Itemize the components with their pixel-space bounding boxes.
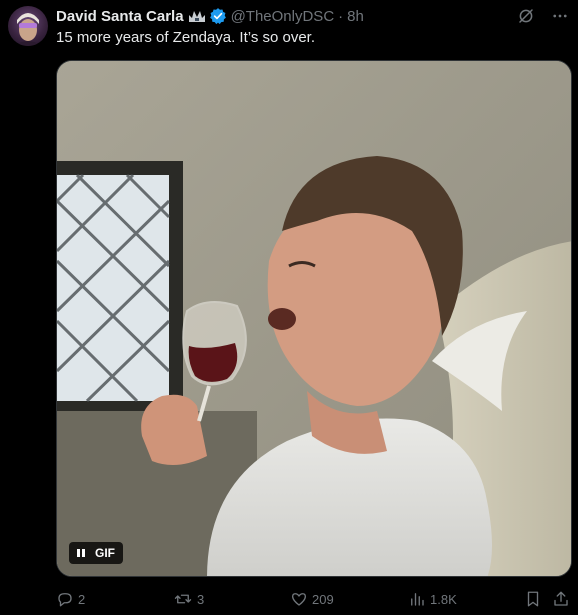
gif-badge[interactable]: GIF <box>69 542 123 564</box>
share-icon <box>554 591 568 606</box>
tweet-header: David Santa Carla @TheOnlyDSC · 8h <box>56 6 364 26</box>
views-icon <box>411 593 424 606</box>
timestamp[interactable]: 8h <box>347 8 364 25</box>
repost-button[interactable]: 3 <box>173 590 204 608</box>
tweet-media-gif[interactable]: GIF <box>56 60 572 577</box>
more-icon[interactable] <box>550 6 570 26</box>
display-name[interactable]: David Santa Carla <box>56 8 184 25</box>
views-count: 1.8K <box>430 591 457 607</box>
reply-button[interactable]: 2 <box>56 590 85 608</box>
views-button[interactable]: 1.8K <box>408 590 457 608</box>
separator-dot: · <box>338 7 344 25</box>
bookmark-button[interactable] <box>524 590 542 608</box>
tweet-actions: 2 3 209 1.8K <box>56 590 572 610</box>
reply-count: 2 <box>78 591 86 607</box>
pause-icon[interactable] <box>77 549 85 557</box>
grok-icon[interactable] <box>516 6 536 26</box>
verified-icon <box>209 7 227 25</box>
gif-label: GIF <box>95 546 115 560</box>
tweet[interactable]: David Santa Carla @TheOnlyDSC · 8h 15 mo… <box>0 0 578 615</box>
reply-icon <box>58 593 72 607</box>
affiliate-badge-icon <box>188 9 206 23</box>
tweet-top-actions <box>516 6 570 26</box>
like-icon <box>291 593 307 606</box>
gif-still-image <box>57 61 571 576</box>
avatar[interactable] <box>8 6 48 46</box>
like-button[interactable]: 209 <box>290 590 334 608</box>
repost-icon <box>174 594 192 604</box>
bookmark-icon <box>527 591 539 607</box>
handle[interactable]: @TheOnlyDSC <box>231 8 335 25</box>
tweet-text: 15 more years of Zendaya. It’s so over. <box>56 29 316 46</box>
repost-count: 3 <box>197 591 205 607</box>
share-button[interactable] <box>552 590 570 608</box>
like-count: 209 <box>312 591 334 607</box>
